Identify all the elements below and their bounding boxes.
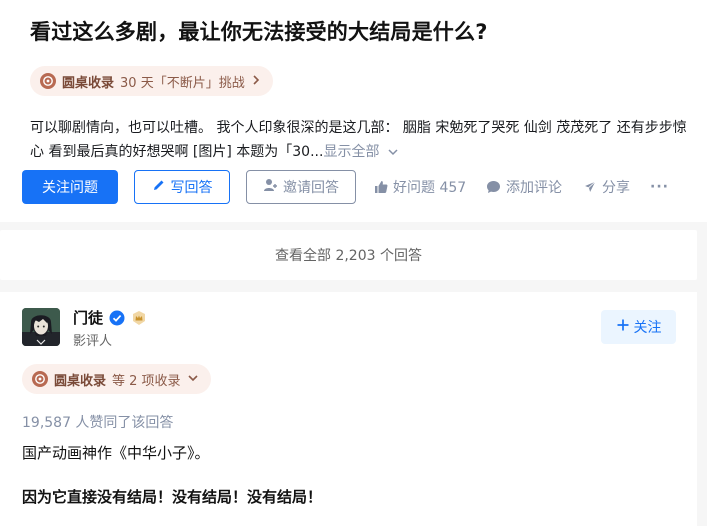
author-name-text: 门徒 bbox=[73, 309, 104, 327]
add-comment-label: 添加评论 bbox=[506, 180, 562, 196]
thumbs-up-icon bbox=[374, 180, 388, 194]
view-all-label: 查看全部 2,203 个回答 bbox=[275, 248, 422, 264]
avatar[interactable] bbox=[22, 308, 60, 346]
write-answer-button[interactable]: 写回答 bbox=[134, 170, 230, 204]
question-description: 可以聊剧情向，也可以吐槽。 我个人印象很深的是这几部： 胭脂 宋勉死了哭死 仙剑… bbox=[30, 116, 700, 164]
invite-user-icon bbox=[263, 178, 278, 196]
author-name[interactable]: 门徒 bbox=[73, 307, 147, 328]
vote-count: 19,587 人赞同了该回答 bbox=[22, 415, 174, 431]
chevron-down-icon bbox=[388, 149, 398, 156]
verified-check-icon bbox=[109, 310, 125, 326]
chevron-down-icon bbox=[187, 372, 199, 387]
good-question-button[interactable]: 好问题 457 bbox=[374, 170, 466, 204]
answer-collection-detail: 等 2 项收录 bbox=[112, 373, 181, 389]
collection-detail: 30 天「不断片」挑战 bbox=[120, 75, 245, 91]
invite-answer-label: 邀请回答 bbox=[283, 180, 339, 196]
follow-question-label: 关注问题 bbox=[42, 180, 98, 196]
answer-card: 门徒 影评人 关注 圆桌收录 等 2 项收录 19,587 人赞同了该回答 国产… bbox=[0, 292, 697, 526]
more-label: ··· bbox=[650, 179, 669, 195]
chevron-right-icon bbox=[251, 74, 261, 89]
share-plane-icon bbox=[583, 180, 597, 194]
answer-paragraph-bold: 因为它直接没有结局！没有结局！没有结局！ bbox=[22, 488, 323, 506]
view-all-answers-button[interactable]: 查看全部 2,203 个回答 bbox=[0, 230, 697, 280]
follow-question-button[interactable]: 关注问题 bbox=[22, 170, 118, 204]
share-button[interactable]: 分享 bbox=[583, 170, 630, 204]
share-label: 分享 bbox=[602, 180, 630, 196]
comment-bubble-icon bbox=[486, 180, 501, 194]
show-all-label: 显示全部 bbox=[323, 144, 380, 160]
author-role: 影评人 bbox=[73, 334, 113, 349]
more-dots-icon[interactable]: ··· bbox=[650, 170, 669, 204]
collection-name: 圆桌收录 bbox=[62, 75, 115, 91]
answer-collection-name: 圆桌收录 bbox=[54, 373, 107, 389]
question-actions: 关注问题 写回答 邀请回答 好问题 457 添加评论 分享 ··· bbox=[22, 170, 702, 204]
crown-badge-icon bbox=[131, 310, 147, 326]
write-answer-label: 写回答 bbox=[170, 180, 213, 196]
question-card: 看过这么多剧，最让你无法接受的大结局是什么? 圆桌收录 30 天「不断片」挑战 … bbox=[0, 0, 707, 222]
roundtable-collection-pill[interactable]: 圆桌收录 30 天「不断片」挑战 bbox=[30, 66, 273, 96]
answer-paragraph: 国产动画神作《中华小子》。 bbox=[22, 444, 210, 462]
question-title[interactable]: 看过这么多剧，最让你无法接受的大结局是什么? bbox=[30, 16, 488, 46]
good-question-label: 好问题 457 bbox=[393, 180, 467, 196]
answer-collection-pill[interactable]: 圆桌收录 等 2 项收录 bbox=[22, 364, 211, 394]
show-all-link[interactable]: 显示全部 bbox=[323, 144, 398, 160]
roundtable-badge-icon bbox=[32, 371, 48, 387]
follow-author-button[interactable]: 关注 bbox=[601, 310, 676, 344]
pen-icon bbox=[152, 178, 166, 196]
add-comment-button[interactable]: 添加评论 bbox=[486, 170, 562, 204]
follow-author-label: 关注 bbox=[633, 320, 662, 336]
invite-answer-button[interactable]: 邀请回答 bbox=[246, 170, 356, 204]
plus-icon bbox=[616, 318, 630, 336]
roundtable-badge-icon bbox=[40, 73, 56, 89]
